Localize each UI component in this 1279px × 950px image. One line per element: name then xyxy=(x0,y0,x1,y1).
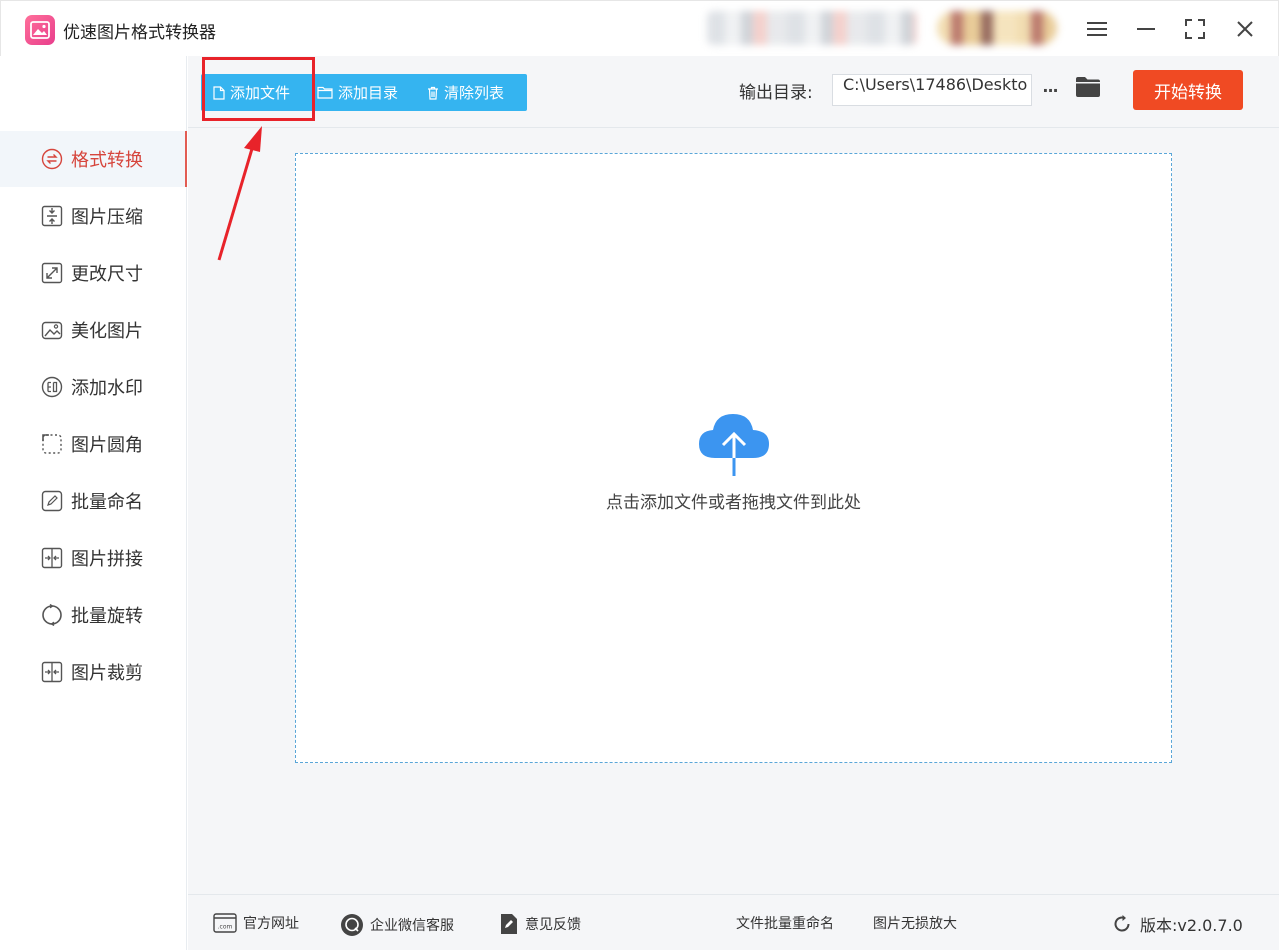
sidebar-item-label: 批量命名 xyxy=(71,492,143,513)
crop-icon xyxy=(40,660,64,684)
trash-icon xyxy=(428,86,438,100)
lossless-upscale-link[interactable]: 图片无损放大 xyxy=(873,913,957,933)
blurred-user-avatar[interactable] xyxy=(937,11,1057,45)
sidebar-item-label: 图片圆角 xyxy=(71,435,143,456)
sidebar-item-label: 图片拼接 xyxy=(71,549,143,570)
beautify-icon xyxy=(40,318,64,342)
file-dropzone[interactable]: 点击添加文件或者拖拽文件到此处 xyxy=(295,153,1172,763)
sidebar-item-label: 图片裁剪 xyxy=(71,663,143,684)
feedback-icon xyxy=(501,914,517,934)
close-icon xyxy=(1237,21,1253,37)
main-panel: 添加文件 添加目录 清除列表 输出目录: C:\Users\17486\Desk… xyxy=(188,56,1279,950)
folder-icon xyxy=(317,86,333,99)
sidebar-item-beautify[interactable]: 美化图片 xyxy=(0,302,187,358)
batch-rename-label: 文件批量重命名 xyxy=(736,916,834,932)
official-website-link[interactable]: .com 官方网址 xyxy=(213,913,299,933)
batch-rename-link[interactable]: 文件批量重命名 xyxy=(736,913,834,933)
maximize-button[interactable] xyxy=(1179,13,1211,45)
highlight-box xyxy=(202,57,315,121)
watermark-icon xyxy=(40,375,64,399)
fullscreen-icon xyxy=(1185,19,1205,39)
app-logo xyxy=(25,15,55,45)
picture-icon xyxy=(30,21,50,39)
stitch-icon xyxy=(40,546,64,570)
clear-list-label: 清除列表 xyxy=(444,84,505,102)
clear-list-button[interactable]: 清除列表 xyxy=(419,74,527,111)
hamburger-icon xyxy=(1087,22,1107,36)
sidebar-item-format-convert[interactable]: 格式转换 xyxy=(0,131,187,187)
sidebar-item-resize[interactable]: 更改尺寸 xyxy=(0,245,187,301)
sidebar-item-crop[interactable]: 图片裁剪 xyxy=(0,644,187,700)
sidebar-item-label: 美化图片 xyxy=(71,321,143,342)
sidebar-item-rounded-corner[interactable]: 图片圆角 xyxy=(0,416,187,472)
add-folder-label: 添加目录 xyxy=(338,84,399,102)
minimize-icon xyxy=(1137,28,1155,30)
minimize-button[interactable] xyxy=(1130,13,1162,45)
official-website-label: 官方网址 xyxy=(243,916,299,932)
add-folder-button[interactable]: 添加目录 xyxy=(309,74,419,111)
toolbar: 添加文件 添加目录 清除列表 输出目录: C:\Users\17486\Desk… xyxy=(188,56,1279,128)
wechat-service-label: 企业微信客服 xyxy=(370,918,454,934)
dropzone-hint: 点击添加文件或者拖拽文件到此处 xyxy=(606,493,861,513)
website-icon: .com xyxy=(213,913,237,933)
sidebar-item-label: 格式转换 xyxy=(71,150,143,171)
close-button[interactable] xyxy=(1229,13,1261,45)
output-dir-input[interactable]: C:\Users\17486\Deskto xyxy=(832,74,1032,106)
more-options-button[interactable]: ··· xyxy=(1038,74,1062,106)
sidebar-item-label: 图片压缩 xyxy=(71,207,143,228)
folder-open-icon xyxy=(1076,77,1100,97)
sidebar-item-compress[interactable]: 图片压缩 xyxy=(0,188,187,244)
footer: .com 官方网址 企业微信客服 意见反馈 文件批量重命名 图片无损放大 版本:… xyxy=(188,894,1279,950)
blurred-account-info xyxy=(707,11,917,45)
sidebar-item-watermark[interactable]: 添加水印 xyxy=(0,359,187,415)
version-label: 版本:v2.0.7.0 xyxy=(1140,916,1243,935)
sidebar-item-batch-rename[interactable]: 批量命名 xyxy=(0,473,187,529)
start-convert-button[interactable]: 开始转换 xyxy=(1133,70,1243,110)
lossless-upscale-label: 图片无损放大 xyxy=(873,916,957,932)
sidebar-item-label: 批量旋转 xyxy=(71,606,143,627)
title-bar: 优速图片格式转换器 xyxy=(0,0,1279,56)
cloud-upload-icon xyxy=(699,414,769,476)
open-folder-button[interactable] xyxy=(1075,76,1103,104)
rounded-corner-icon xyxy=(40,432,64,456)
more-dots-icon: ··· xyxy=(1042,80,1058,100)
sidebar-item-stitch[interactable]: 图片拼接 xyxy=(0,530,187,586)
chat-icon xyxy=(341,914,363,936)
sidebar-item-batch-rotate[interactable]: 批量旋转 xyxy=(0,587,187,643)
compress-icon xyxy=(40,204,64,228)
version-info[interactable]: 版本:v2.0.7.0 xyxy=(1112,912,1243,936)
output-dir-label: 输出目录: xyxy=(739,83,813,103)
svg-text:.com: .com xyxy=(218,924,233,931)
feedback-label: 意见反馈 xyxy=(525,917,581,933)
feedback-link[interactable]: 意见反馈 xyxy=(499,913,581,935)
sidebar-item-label: 更改尺寸 xyxy=(71,264,143,285)
resize-icon xyxy=(40,261,64,285)
red-arrow-icon xyxy=(217,126,262,261)
sidebar-item-label: 添加水印 xyxy=(71,378,143,399)
wechat-service-link[interactable]: 企业微信客服 xyxy=(340,913,454,937)
app-title: 优速图片格式转换器 xyxy=(63,23,216,43)
menu-button[interactable] xyxy=(1081,13,1113,45)
rotate-icon xyxy=(40,603,64,627)
refresh-icon xyxy=(1114,915,1130,932)
rename-icon xyxy=(40,489,64,513)
sidebar: 格式转换 图片压缩 更改尺寸 美化图片 添加水印 图片圆角 批量命名 图片拼接 … xyxy=(0,56,187,950)
convert-icon xyxy=(40,147,64,171)
